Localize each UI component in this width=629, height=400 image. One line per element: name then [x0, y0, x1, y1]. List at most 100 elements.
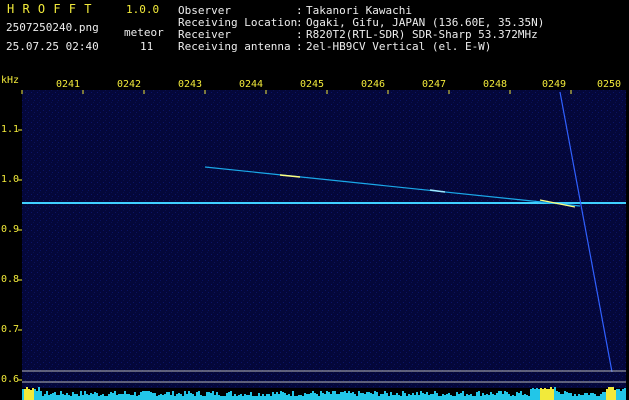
histogram-bar [178, 393, 180, 400]
file-datetime: 25.07.25 02:40 [6, 40, 99, 53]
histogram-bar [58, 395, 60, 400]
histogram-bar [180, 394, 182, 400]
histogram-bar [378, 396, 380, 400]
spectrogram-canvas [18, 90, 626, 400]
x-tick-label: 0248 [483, 79, 508, 90]
histogram-bar [408, 394, 410, 400]
histogram-bar [600, 394, 602, 400]
histogram-bar [292, 391, 294, 400]
histogram-bar [86, 394, 88, 400]
histogram-bar [24, 389, 26, 400]
histogram-bar [490, 392, 492, 400]
histogram-bar [132, 395, 134, 400]
histogram-bar [240, 394, 242, 400]
histogram-bar [272, 392, 274, 400]
histogram-bar [384, 391, 386, 400]
histogram-bar [572, 396, 574, 400]
histogram-bar [558, 392, 560, 400]
histogram-bar [206, 392, 208, 400]
histogram-bar [328, 392, 330, 400]
histogram-bar [496, 393, 498, 400]
histogram-bar [456, 392, 458, 400]
histogram-bar [80, 391, 82, 400]
histogram-bar [298, 395, 300, 400]
histogram-bar [618, 389, 620, 400]
histogram-bar [446, 394, 448, 400]
histogram-bar [202, 396, 204, 400]
histogram-bar [200, 395, 202, 400]
histogram-bar [242, 396, 244, 400]
histogram-bar [96, 393, 98, 400]
histogram-bar [308, 394, 310, 400]
histogram-bar [300, 395, 302, 400]
histogram-bar [62, 394, 64, 400]
histogram-bar [332, 391, 334, 400]
histogram-bar [510, 396, 512, 400]
histogram-bar [376, 392, 378, 400]
histogram-bar [88, 395, 90, 400]
histogram-bar [182, 396, 184, 400]
histogram-bar [186, 394, 188, 400]
info-value-antenna: 2el-HB9CV Vertical (el. E-W) [306, 40, 492, 53]
histogram-bar [152, 393, 154, 400]
spectrogram-area [22, 90, 626, 388]
histogram-bar [276, 392, 278, 400]
histogram-bar [398, 395, 400, 400]
histogram-bar [502, 394, 504, 400]
histogram-bar [362, 393, 364, 400]
x-tick-label: 0243 [178, 79, 203, 90]
histogram-bar [622, 389, 624, 400]
histogram-bar [162, 395, 164, 400]
histogram-bar [112, 393, 114, 400]
histogram-bar [282, 392, 284, 400]
histogram-bar [42, 396, 44, 400]
histogram-bar [92, 394, 94, 400]
histogram-bar [520, 391, 522, 400]
histogram-bar [232, 396, 234, 400]
histogram-bar [602, 392, 604, 400]
histogram-bar [338, 394, 340, 400]
histogram-bar [190, 393, 192, 400]
histogram-bar [542, 389, 544, 400]
histogram-bar [504, 391, 506, 400]
histogram-bar [210, 393, 212, 400]
histogram-bar [228, 392, 230, 400]
y-axis-unit: kHz [1, 75, 20, 86]
histogram-bar [184, 391, 186, 400]
histogram-bar [452, 396, 454, 400]
histogram-bar [486, 394, 488, 400]
histogram-bar [560, 394, 562, 400]
histogram-bar [588, 395, 590, 400]
histogram-bar [60, 391, 62, 400]
histogram-bar [516, 392, 518, 400]
histogram-bar [136, 396, 138, 400]
histogram-bar [472, 396, 474, 400]
histogram-bar [218, 395, 220, 400]
histogram-bar [126, 394, 128, 400]
x-tick-label: 0242 [117, 79, 142, 90]
histogram-bar [122, 394, 124, 400]
histogram-bar [442, 394, 444, 400]
histogram-bar [324, 394, 326, 400]
histogram-bar [78, 396, 80, 400]
histogram-bar [252, 396, 254, 400]
histogram-bar [396, 393, 398, 400]
histogram-bar [488, 395, 490, 400]
histogram-bar [564, 391, 566, 400]
histogram-bar [420, 391, 422, 400]
histogram-bar [214, 395, 216, 400]
y-tick-label: 0.8 [1, 274, 20, 285]
histogram-bar [138, 395, 140, 400]
detection-label: meteor [124, 26, 164, 39]
histogram-bar [554, 387, 556, 400]
histogram-bar [226, 393, 228, 400]
histogram-bar [306, 394, 308, 400]
histogram-bar [474, 396, 476, 400]
histogram-bar [462, 391, 464, 400]
x-tick-label: 0246 [361, 79, 386, 90]
histogram-bar [606, 389, 608, 400]
histogram-bar [236, 396, 238, 400]
histogram-bar [270, 396, 272, 400]
histogram-bar [402, 391, 404, 400]
histogram-bar [366, 392, 368, 400]
